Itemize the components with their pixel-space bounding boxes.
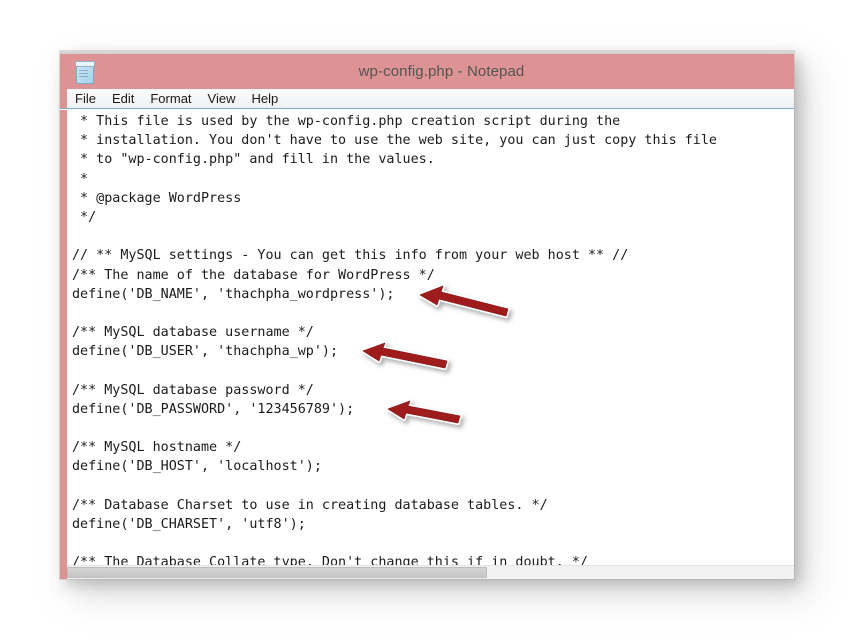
notepad-window: wp-config.php - Notepad File Edit Format… xyxy=(60,51,794,579)
menu-item-view[interactable]: View xyxy=(200,89,244,108)
code-line: define('DB_PASSWORD', '123456789'); xyxy=(72,401,355,417)
window-title: wp-config.php - Notepad xyxy=(358,63,525,80)
title-bar-left-padding xyxy=(60,54,68,89)
horizontal-scrollbar[interactable] xyxy=(67,565,794,579)
window-left-accent-strip xyxy=(60,110,67,579)
menu-item-format[interactable]: Format xyxy=(142,89,199,108)
code-line: * @package WordPress xyxy=(72,190,242,206)
code-line: */ xyxy=(72,209,97,225)
code-line: /** MySQL database password */ xyxy=(72,382,314,398)
text-editor-area[interactable]: * This file is used by the wp-config.php… xyxy=(67,110,794,565)
notepad-icon xyxy=(75,60,95,84)
code-line: * installation. You don't have to use th… xyxy=(72,133,717,149)
menu-bar: File Edit Format View Help xyxy=(60,89,794,109)
code-line: * This file is used by the wp-config.php… xyxy=(72,114,621,129)
code-line: * to "wp-config.php" and fill in the val… xyxy=(72,152,435,168)
menu-item-help[interactable]: Help xyxy=(243,89,286,108)
code-line: // ** MySQL settings - You can get this … xyxy=(72,248,629,264)
notepad-icon-line xyxy=(79,72,88,74)
code-line: /** The Database Collate type. Don't cha… xyxy=(72,555,588,565)
title-bar[interactable]: wp-config.php - Notepad xyxy=(60,54,794,89)
code-line: /** The name of the database for WordPre… xyxy=(72,267,435,283)
code-line: /** MySQL hostname */ xyxy=(72,440,242,456)
notepad-icon-line xyxy=(79,69,88,71)
menu-item-edit[interactable]: Edit xyxy=(104,89,142,108)
code-line: * xyxy=(72,171,89,187)
horizontal-scrollbar-thumb[interactable] xyxy=(67,567,487,578)
code-line: /** MySQL database username */ xyxy=(72,325,314,341)
code-line: define('DB_NAME', 'thachpha_wordpress'); xyxy=(72,286,395,302)
code-line: define('DB_CHARSET', 'utf8'); xyxy=(72,516,306,532)
menu-bar-left-edge xyxy=(60,89,67,108)
notepad-icon-spine xyxy=(75,60,95,67)
notepad-icon-line xyxy=(79,75,88,77)
menu-item-file[interactable]: File xyxy=(67,89,104,108)
code-content: * This file is used by the wp-config.php… xyxy=(67,112,794,565)
code-line: define('DB_USER', 'thachpha_wp'); xyxy=(72,344,339,360)
code-line: /** Database Charset to use in creating … xyxy=(72,497,548,513)
code-line: define('DB_HOST', 'localhost'); xyxy=(72,459,322,475)
